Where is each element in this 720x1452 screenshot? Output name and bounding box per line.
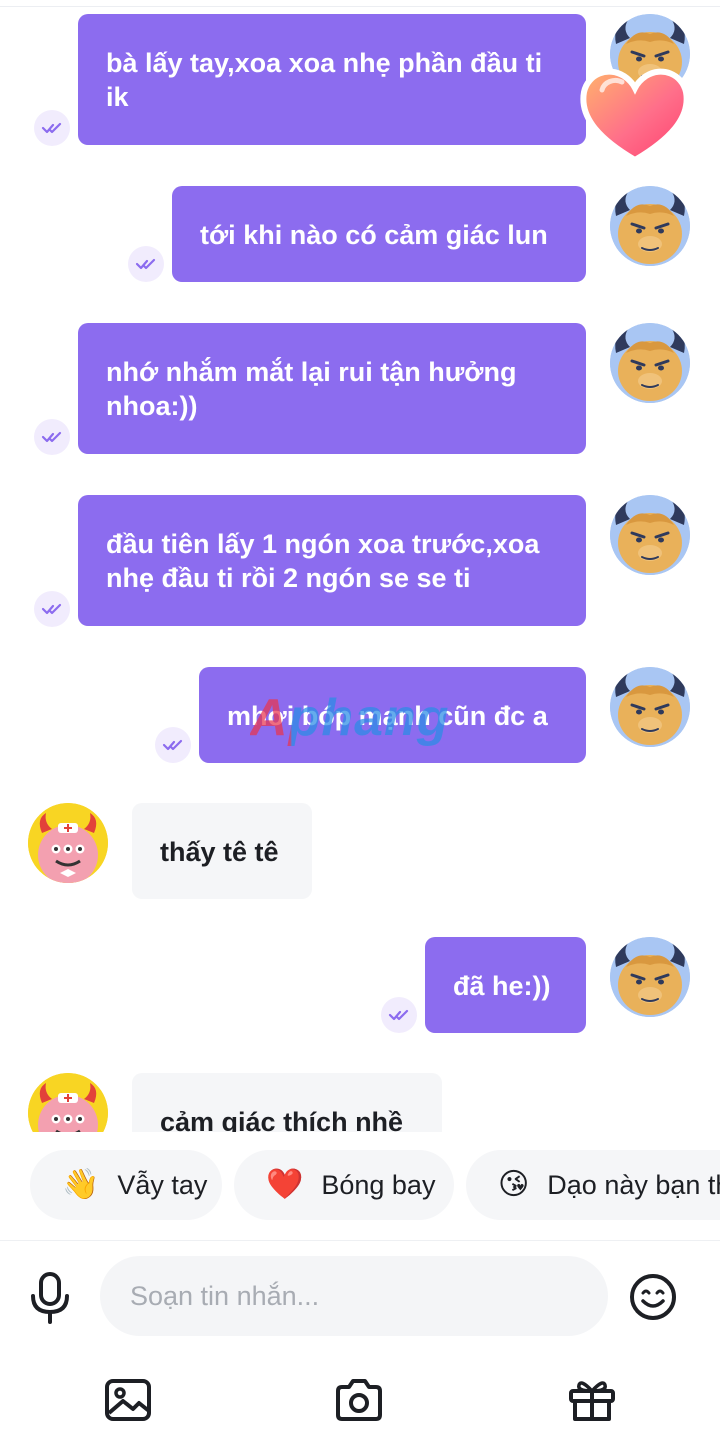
image-icon[interactable] [103,1375,153,1425]
avatar[interactable] [610,323,690,403]
avatar[interactable] [28,803,108,883]
avatar[interactable] [610,667,690,747]
message-line: nhớ nhắm mắt lại rui tận hưởng [106,357,517,387]
watermark-logo: Aphang [250,689,450,747]
quick-reply-label: Bóng bay [321,1169,436,1200]
quick-reply-label: Vẫy tay [117,1169,208,1200]
quick-reply-greeting[interactable]: 😘 Dạo này bạn th [466,1150,720,1220]
gift-icon[interactable] [567,1375,617,1425]
attachment-toolbar [0,1375,720,1431]
message-line: ik [106,82,129,112]
wave-icon: 👋 [62,1168,100,1201]
outgoing-message-bubble[interactable]: tới khi nào có cảm giác lun [172,186,586,282]
read-receipt-icon [34,110,70,146]
quick-reply-balloon[interactable]: ❤️ Bóng bay [234,1150,454,1220]
message-line: thấy tê tê [160,837,279,867]
message-line: cảm giác thích nhề [160,1107,404,1132]
avatar[interactable] [610,937,690,1017]
avatar[interactable] [28,1073,108,1132]
chat-thread[interactable]: bà lấy tay,xoa xoa nhẹ phần đầu ti ik tớ… [0,0,720,1132]
quick-reply-label: Dạo này bạn th [547,1169,720,1200]
message-line: bà lấy tay,xoa xoa nhẹ phần đầu ti [106,48,543,78]
camera-icon[interactable] [334,1375,384,1425]
avatar[interactable] [610,186,690,266]
emoji-icon[interactable] [628,1272,678,1322]
read-receipt-icon [34,591,70,627]
wink-kiss-icon: 😘 [498,1168,530,1201]
read-receipt-icon [381,997,417,1033]
outgoing-message-bubble[interactable]: đầu tiên lấy 1 ngón xoa trước,xoa nhẹ đầ… [78,495,586,626]
quick-reply-bar: 👋 Vẫy tay ❤️ Bóng bay 😘 Dạo này bạn th [0,1150,720,1222]
message-line: đã he:)) [453,971,551,1001]
incoming-message-bubble[interactable]: cảm giác thích nhề [132,1073,442,1132]
outgoing-message-bubble[interactable]: đã he:)) [425,937,586,1033]
heart-sticker [580,68,690,164]
outgoing-message-bubble[interactable]: nhớ nhắm mắt lại rui tận hưởng nhoa:)) [78,323,586,454]
composer-row: Soạn tin nhắn... [0,1256,720,1338]
avatar[interactable] [610,495,690,575]
message-input[interactable]: Soạn tin nhắn... [100,1256,608,1336]
outgoing-message-bubble[interactable]: bà lấy tay,xoa xoa nhẹ phần đầu ti ik [78,14,586,145]
incoming-message-bubble[interactable]: thấy tê tê [132,803,312,899]
message-line: tới khi nào có cảm giác lun [200,220,548,250]
heart-icon: ❤️ [266,1168,304,1201]
composer-divider [0,1240,720,1241]
quick-reply-wave[interactable]: 👋 Vẫy tay [30,1150,222,1220]
read-receipt-icon [155,727,191,763]
read-receipt-icon [128,246,164,282]
mic-icon[interactable] [26,1272,74,1324]
message-line: đầu tiên lấy 1 ngón xoa trước,xoa [106,529,540,559]
read-receipt-icon [34,419,70,455]
message-line: nhoa:)) [106,391,198,421]
message-line: nhẹ đầu ti rồi 2 ngón se se ti [106,563,471,593]
